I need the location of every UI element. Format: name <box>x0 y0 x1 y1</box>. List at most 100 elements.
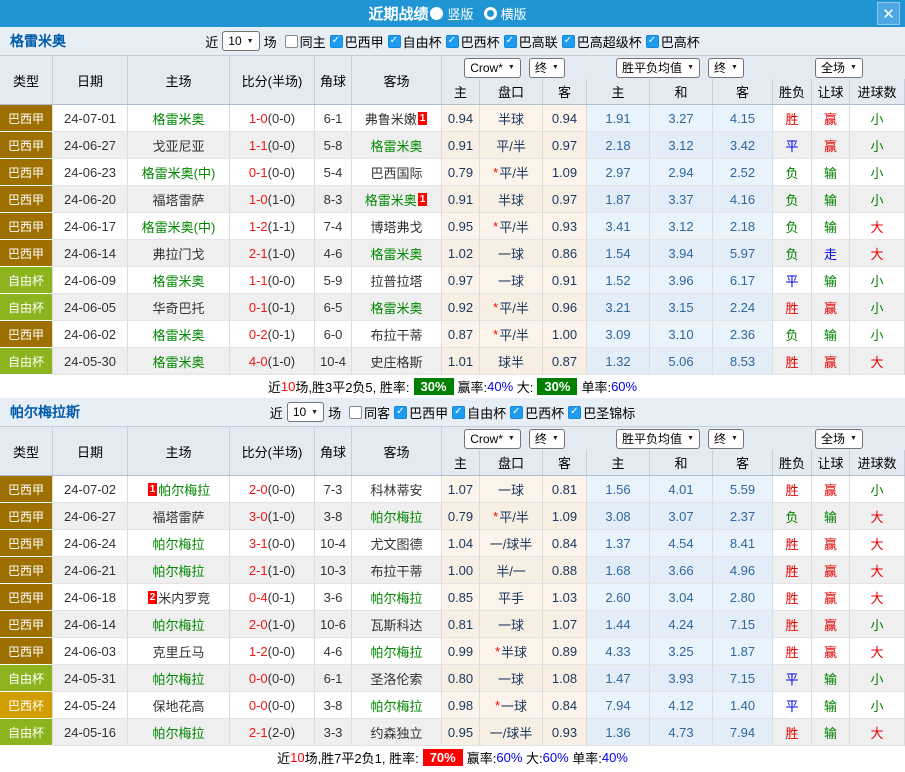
match-row: 巴西甲24-06-20福塔雷萨1-0(1-0)8-3格雷米奥10.91半球0.9… <box>0 186 905 213</box>
league-checkbox-5[interactable] <box>646 35 659 48</box>
away-team-cell: 博塔弗戈 <box>352 213 442 240</box>
date-cell: 24-07-02 <box>53 476 128 503</box>
layout-radio-horizontal[interactable] <box>484 7 497 20</box>
games-label: 场 <box>328 403 341 422</box>
handicap-result-cell: 走 <box>812 240 850 267</box>
corner-score: 6-5 <box>324 300 343 315</box>
league-checkbox-3[interactable] <box>504 35 517 48</box>
avg-draw: 3.10 <box>668 327 693 342</box>
half-time-score: (0-0) <box>268 482 295 497</box>
avg-type-select[interactable]: 胜平负均值▼ <box>616 58 700 78</box>
handicap-star-icon: * <box>493 219 498 234</box>
avg-home-cell: 3.41 <box>587 213 650 240</box>
titlebar: 近期战绩 竖版横版 ✕ <box>0 0 905 27</box>
same-venue-checkbox[interactable] <box>349 406 362 419</box>
odds-final-select[interactable]: 终▼ <box>529 58 565 78</box>
home-odds-cell: 1.02 <box>442 240 480 267</box>
home-team-cell: 华奇巴托 <box>128 294 230 321</box>
league-type-label: 巴西甲 <box>8 191 44 208</box>
league-checkbox-2[interactable] <box>510 406 523 419</box>
home-odds-cell: 0.85 <box>442 584 480 611</box>
match-date: 24-06-09 <box>64 273 116 288</box>
handicap-value: 半球 <box>501 642 527 661</box>
match-date: 24-05-31 <box>64 671 116 686</box>
away-team-cell: 帕尔梅拉 <box>352 638 442 665</box>
result-cell: 胜 <box>773 638 812 665</box>
avg-home: 4.33 <box>605 644 630 659</box>
scope-select[interactable]: 全场▼ <box>815 429 863 449</box>
home-team-name: 华奇巴托 <box>152 298 204 317</box>
home-team-name: 克里丘马 <box>152 642 204 661</box>
away-team-name: 瓦斯科达 <box>370 615 422 634</box>
date-cell: 24-06-21 <box>53 557 128 584</box>
match-count-select[interactable]: 10▼ <box>287 402 324 422</box>
handicap-value: 半球 <box>498 190 524 209</box>
league-checkbox-0[interactable] <box>330 35 343 48</box>
column-header: 角球 <box>315 427 352 475</box>
match-row: 自由杯24-05-31帕尔梅拉0-0(0-0)6-1圣洛伦索0.80一球1.08… <box>0 665 905 692</box>
match-date: 24-07-02 <box>64 482 116 497</box>
odds-final-select[interactable]: 终▼ <box>529 429 565 449</box>
league-type-cell: 巴西甲 <box>0 476 53 503</box>
league-type-label: 自由杯 <box>8 670 44 687</box>
match-date: 24-06-14 <box>64 617 116 632</box>
summary-text: 10 <box>290 750 304 765</box>
avg-home: 2.60 <box>605 590 630 605</box>
goals-value: 小 <box>870 480 883 499</box>
scope-select[interactable]: 全场▼ <box>815 58 863 78</box>
league-checkbox-3[interactable] <box>568 406 581 419</box>
away-team-cell: 拉普拉塔 <box>352 267 442 294</box>
layout-radio-vertical[interactable] <box>430 7 443 20</box>
table-header-right: Crow*▼终▼胜平负均值▼终▼全场▼主盘口客主和客胜负让球进球数 <box>442 427 905 475</box>
select-value: 10 <box>228 34 241 48</box>
league-checkbox-1[interactable] <box>452 406 465 419</box>
sub-column-header: 盘口 <box>480 450 543 475</box>
league-type-label: 巴西甲 <box>8 508 44 525</box>
away-team-cell: 布拉干蒂 <box>352 321 442 348</box>
away-odds-cell: 0.97 <box>543 186 587 213</box>
select-value: 全场 <box>821 59 845 76</box>
goals-value: 大 <box>870 244 883 263</box>
avg-home-cell: 2.60 <box>587 584 650 611</box>
close-button[interactable]: ✕ <box>877 2 900 25</box>
score-cell: 0-1(0-0) <box>230 159 315 186</box>
corner-score: 8-3 <box>324 192 343 207</box>
away-team-name: 格雷米奥 <box>370 298 422 317</box>
home-odds-cell: 0.81 <box>442 611 480 638</box>
avg-type-select[interactable]: 胜平负均值▼ <box>616 429 700 449</box>
goals-cell: 小 <box>850 611 905 638</box>
avg-away: 7.15 <box>730 671 755 686</box>
avg-final-select[interactable]: 终▼ <box>708 429 744 449</box>
corner-cell: 10-3 <box>315 557 352 584</box>
score-cell: 2-0(1-0) <box>230 611 315 638</box>
games-label: 场 <box>264 32 277 51</box>
avg-final-select[interactable]: 终▼ <box>708 58 744 78</box>
full-time-score: 1-0 <box>249 192 268 207</box>
away-odds: 0.84 <box>552 698 577 713</box>
same-venue-checkbox[interactable] <box>285 35 298 48</box>
home-odds-cell: 0.79 <box>442 503 480 530</box>
full-time-score: 0-4 <box>249 590 268 605</box>
away-team-cell: 科林蒂安 <box>352 476 442 503</box>
home-team-name: 格雷米奥 <box>152 352 204 371</box>
home-team-name: 格雷米奥 <box>152 109 204 128</box>
goals-value: 小 <box>870 298 883 317</box>
match-count-select[interactable]: 10▼ <box>222 31 259 51</box>
away-team-name: 尤文图德 <box>370 534 422 553</box>
avg-home: 1.32 <box>605 354 630 369</box>
odds-company-select[interactable]: Crow*▼ <box>464 58 521 78</box>
dropdown-zone: Crow*▼ 终▼ <box>442 427 587 450</box>
avg-draw: 2.94 <box>668 165 693 180</box>
league-type-cell: 巴西甲 <box>0 584 53 611</box>
league-checkbox-4[interactable] <box>562 35 575 48</box>
goals-value: 小 <box>870 109 883 128</box>
league-checkbox-label: 巴西杯 <box>461 32 500 51</box>
odds-company-select[interactable]: Crow*▼ <box>464 429 521 449</box>
league-checkbox-0[interactable] <box>394 406 407 419</box>
league-checkbox-1[interactable] <box>388 35 401 48</box>
result-value: 平 <box>785 136 798 155</box>
league-checkbox-2[interactable] <box>446 35 459 48</box>
corner-cell: 6-0 <box>315 321 352 348</box>
match-date: 24-06-02 <box>64 327 116 342</box>
home-team-cell: 格雷米奥(中) <box>128 159 230 186</box>
